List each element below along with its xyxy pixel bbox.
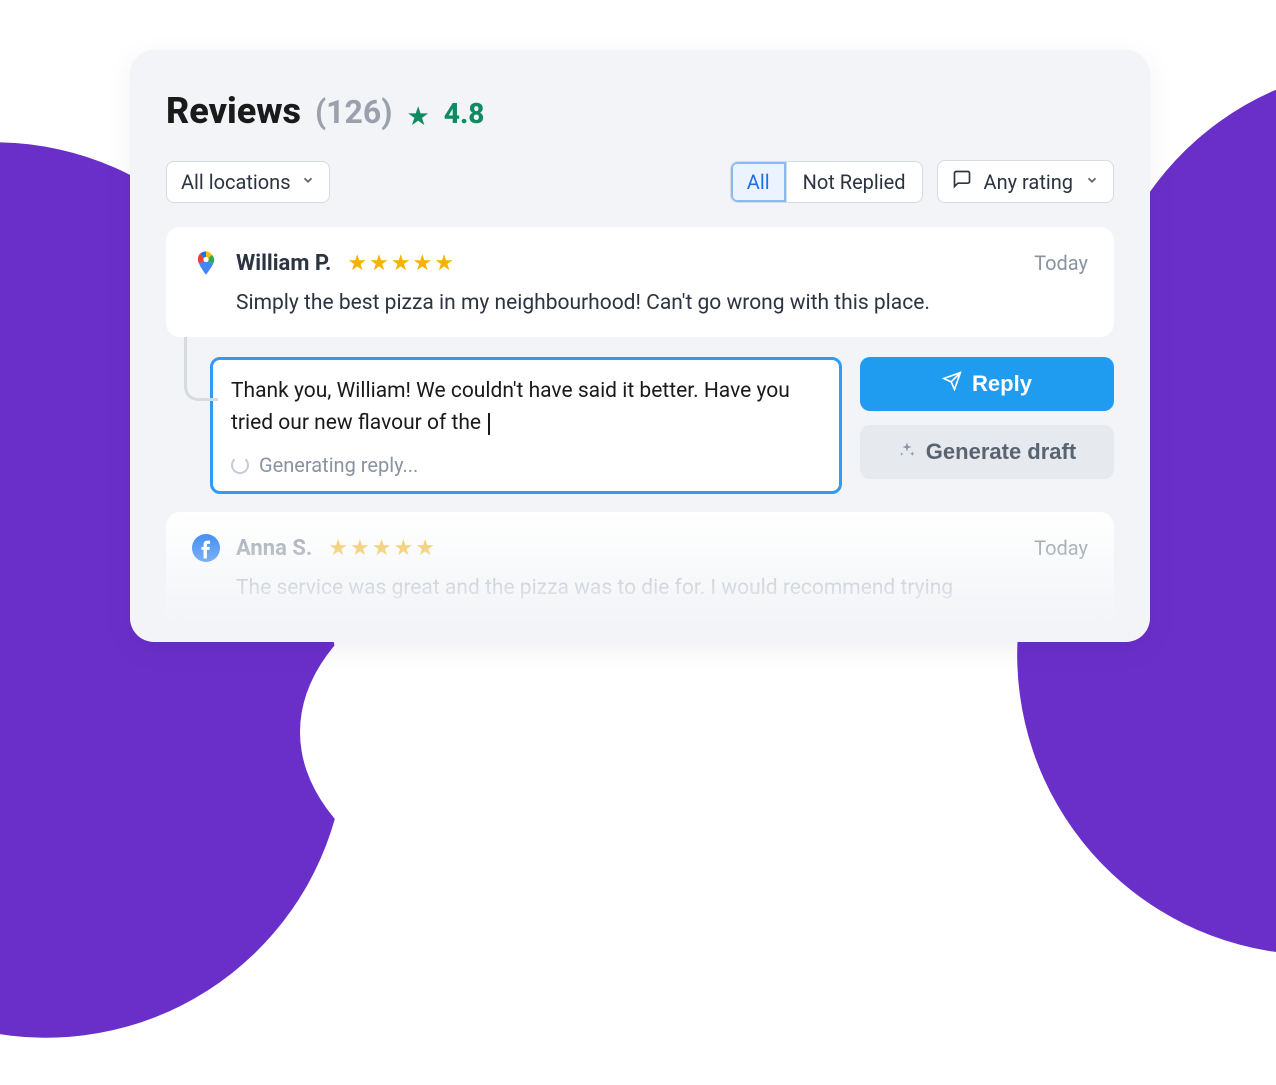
filter-not-replied-tab[interactable]: Not Replied [787, 162, 922, 202]
reviews-panel: Reviews (126) ★ 4.8 All locations All No… [130, 50, 1150, 642]
star-icon: ★ [434, 251, 454, 276]
star-icon: ★ [372, 536, 392, 561]
rating-dropdown[interactable]: Any rating [937, 160, 1114, 203]
generate-label: Generate draft [926, 439, 1076, 465]
generating-label: Generating reply... [259, 453, 418, 477]
reply-textarea[interactable]: Thank you, William! We couldn't have sai… [210, 357, 842, 494]
review-header: Anna S. ★ ★ ★ ★ ★ Today [192, 534, 1088, 562]
reply-filter-segment: All Not Replied [730, 161, 923, 203]
star-icon: ★ [413, 251, 433, 276]
reviews-count: (126) [315, 93, 393, 131]
reviews-header: Reviews (126) ★ 4.8 [166, 90, 1114, 132]
chat-icon [952, 169, 972, 194]
chevron-down-icon [301, 173, 315, 191]
review-body: Simply the best pizza in my neighbourhoo… [236, 291, 1088, 315]
review-card: William P. ★ ★ ★ ★ ★ Today Simply the be… [166, 227, 1114, 337]
star-icon: ★ [369, 251, 389, 276]
generating-status: Generating reply... [231, 453, 821, 477]
location-label: All locations [181, 170, 291, 194]
reply-section: Thank you, William! We couldn't have sai… [210, 357, 1114, 494]
reviewer-name: Anna S. [236, 536, 312, 561]
filter-all-tab[interactable]: All [731, 162, 787, 202]
reply-label: Reply [972, 371, 1032, 397]
reply-button[interactable]: Reply [860, 357, 1114, 411]
thread-connector [184, 337, 218, 401]
star-icon: ★ [328, 536, 348, 561]
review-header: William P. ★ ★ ★ ★ ★ Today [192, 249, 1088, 277]
generate-draft-button[interactable]: Generate draft [860, 425, 1114, 479]
filters-row: All locations All Not Replied Any rating [166, 160, 1114, 203]
star-icon: ★ [393, 536, 413, 561]
facebook-icon [192, 534, 220, 562]
star-icon: ★ [391, 251, 411, 276]
reviewer-name: William P. [236, 251, 331, 276]
reply-buttons: Reply Generate draft [860, 357, 1114, 494]
location-dropdown[interactable]: All locations [166, 161, 330, 203]
rating-label: Any rating [984, 170, 1073, 194]
star-icon: ★ [347, 251, 367, 276]
page-title: Reviews [166, 90, 301, 132]
star-icon: ★ [406, 102, 429, 132]
chevron-down-icon [1085, 173, 1099, 191]
review-card: Anna S. ★ ★ ★ ★ ★ Today The service was … [166, 512, 1114, 622]
sparkle-icon [898, 441, 916, 464]
review-body: The service was great and the pizza was … [236, 576, 1088, 600]
star-icon: ★ [350, 536, 370, 561]
review-date: Today [1034, 536, 1088, 560]
star-rating: ★ ★ ★ ★ ★ [328, 536, 435, 561]
send-icon [942, 371, 962, 397]
star-icon: ★ [415, 536, 435, 561]
review-date: Today [1034, 251, 1088, 275]
star-rating: ★ ★ ★ ★ ★ [347, 251, 454, 276]
google-maps-icon [192, 249, 220, 277]
spinner-icon [231, 456, 249, 474]
avg-rating: 4.8 [444, 97, 485, 130]
reply-draft-text: Thank you, William! We couldn't have sai… [231, 376, 821, 439]
text-cursor [488, 413, 490, 435]
